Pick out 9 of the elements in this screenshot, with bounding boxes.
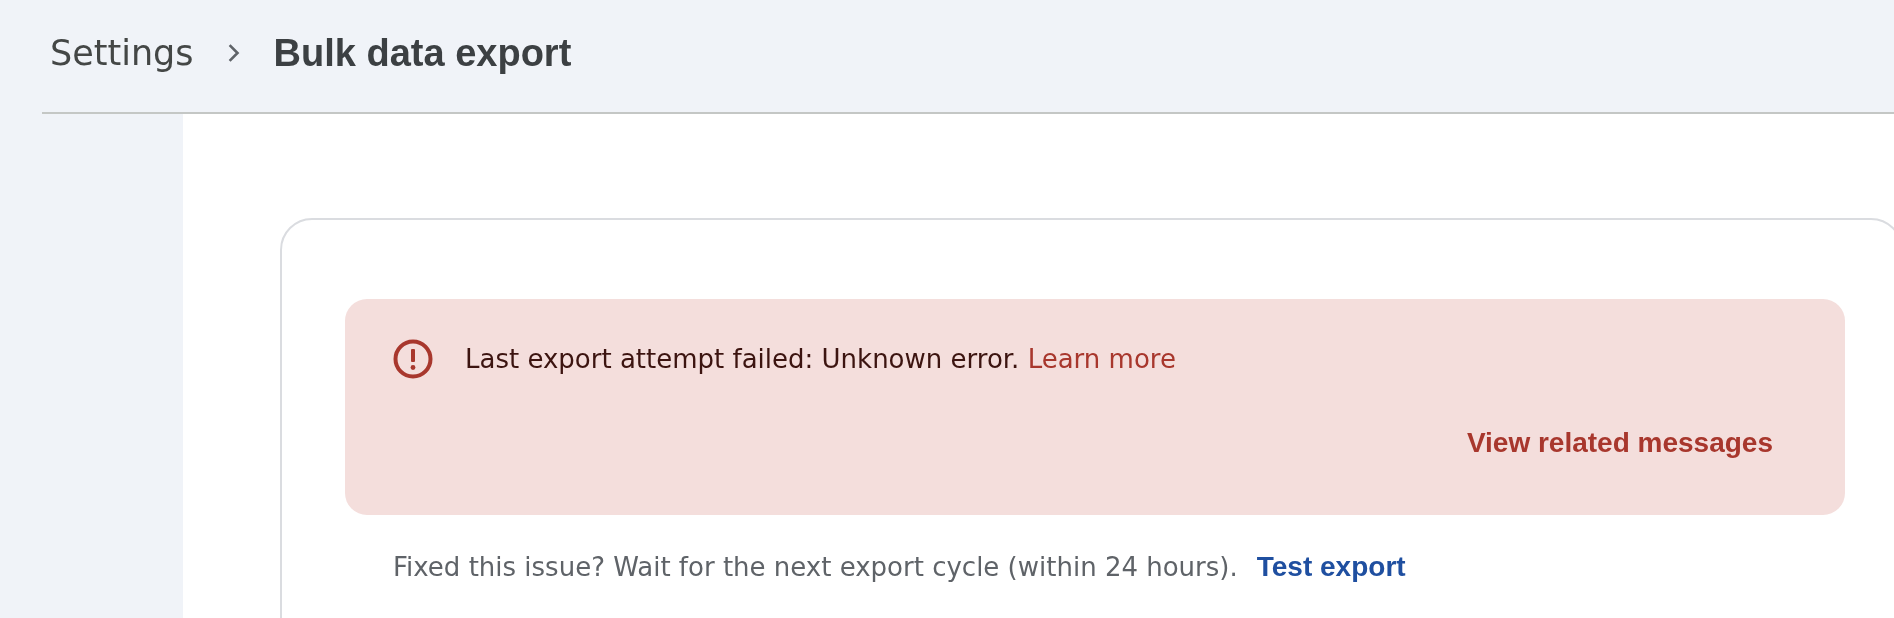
page-title: Bulk data export [273, 31, 572, 76]
view-related-messages-link[interactable]: View related messages [1466, 425, 1773, 461]
note-text: Fixed this issue? Wait for the next export cycle (within 24 hours). [393, 551, 1238, 584]
test-export-link[interactable]: Test export [1256, 549, 1406, 585]
learn-more-link[interactable]: Learn more [1027, 344, 1176, 374]
chevron-right-icon [226, 42, 241, 64]
error-message: Last export attempt failed: Unknown error. Learn more [465, 343, 1176, 376]
breadcrumb-link[interactable]: Settings [50, 30, 194, 76]
error-icon [393, 339, 433, 379]
